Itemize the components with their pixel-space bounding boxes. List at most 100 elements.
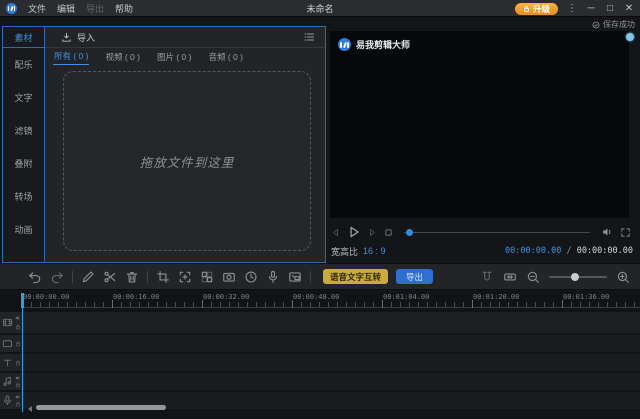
music-track: [0, 373, 640, 390]
close-button[interactable]: ✕: [624, 0, 634, 17]
volume-icon[interactable]: [15, 315, 21, 321]
text-track-lane[interactable]: [23, 354, 640, 371]
video-track: [0, 312, 640, 333]
timeline-zoom-handle[interactable]: [571, 273, 579, 281]
volume-icon[interactable]: [601, 226, 613, 238]
lock-icon[interactable]: [15, 360, 21, 366]
ruler-label: 00:00:48.00: [293, 293, 339, 301]
upgrade-button[interactable]: 升级: [515, 3, 558, 15]
minimize-button[interactable]: ─: [586, 0, 596, 17]
playhead-handle[interactable]: [21, 293, 24, 308]
menu-item[interactable]: 编辑: [57, 2, 75, 15]
sidebar-item-7[interactable]: 动画: [3, 213, 44, 246]
media-tab[interactable]: 图片 ( 0 ): [156, 49, 192, 65]
aspect-ratio-label: 宽高比: [331, 245, 358, 258]
sidebar-item-2[interactable]: 配乐: [3, 48, 44, 81]
undo-icon[interactable]: [28, 270, 42, 284]
timeline: 00:00:00.0000:00:16.0000:00:32.0000:00:4…: [0, 291, 640, 419]
timecode-total: 00:00:00.00: [577, 246, 633, 256]
toolbar-divider: [147, 271, 148, 283]
more-menu-icon[interactable]: ⋮: [567, 0, 577, 17]
next-frame-icon[interactable]: [368, 228, 377, 237]
pip-track-lane[interactable]: [23, 335, 640, 352]
text-track-controls: [15, 354, 21, 371]
aspect-ratio-value[interactable]: 16 : 9: [363, 246, 386, 256]
video-track-lane[interactable]: [23, 312, 640, 333]
timeline-zoom-slider[interactable]: [549, 276, 607, 278]
sidebar-item-5[interactable]: 叠附: [3, 147, 44, 180]
lock-icon[interactable]: [15, 324, 21, 330]
view-list-icon[interactable]: [303, 31, 315, 43]
app-window: 文件编辑导出帮助 未命名 升级 ⋮ ─ □ ✕ 保存成功 素材配乐文字滤镜叠附转…: [0, 0, 640, 419]
lock-icon[interactable]: [15, 341, 21, 347]
magnet-icon[interactable]: [480, 270, 494, 284]
lock-icon[interactable]: [15, 382, 21, 388]
video-track-controls: [15, 312, 21, 333]
sidebar-item-1[interactable]: 素材: [3, 27, 44, 48]
pip-track-header: [0, 335, 22, 352]
timecode: 00:00:00.00 / 00:00:00.00: [505, 246, 633, 256]
preview-info-row: 宽高比 16 : 9 00:00:00.00 / 00:00:00.00: [331, 244, 633, 258]
play-button[interactable]: [347, 225, 361, 239]
voiceover-track-header: [0, 392, 22, 409]
volume-icon[interactable]: [15, 394, 21, 400]
ruler-major-tick: [112, 300, 113, 308]
media-tab[interactable]: 视频 ( 0 ): [104, 49, 140, 65]
scroll-left-icon[interactable]: [28, 406, 32, 412]
duration-clock-icon[interactable]: [244, 270, 258, 284]
toolbar-divider: [310, 271, 311, 283]
pip-track-controls: [15, 335, 21, 352]
zoom-out-icon[interactable]: [526, 270, 540, 284]
watermark: 易我剪辑大师: [338, 38, 410, 51]
maximize-button[interactable]: □: [605, 0, 615, 17]
export-button[interactable]: 导出: [396, 269, 433, 284]
seek-handle[interactable]: [406, 229, 413, 236]
ruler-label: 00:00:00.00: [23, 293, 69, 301]
redo-icon[interactable]: [50, 270, 64, 284]
zoom-selection-icon[interactable]: [178, 270, 192, 284]
preview-screen: 易我剪辑大师: [330, 31, 629, 218]
playhead-line: [22, 293, 23, 412]
menu-item[interactable]: 文件: [28, 2, 46, 15]
mosaic-icon[interactable]: [200, 270, 214, 284]
volume-icon[interactable]: [15, 375, 21, 381]
sidebar-item-3[interactable]: 文字: [3, 81, 44, 114]
horizontal-scrollbar[interactable]: [36, 405, 166, 410]
menu-item[interactable]: 帮助: [115, 2, 133, 15]
seek-slider[interactable]: [404, 232, 590, 233]
media-tab[interactable]: 音频 ( 0 ): [207, 49, 243, 65]
music-track-lane[interactable]: [23, 373, 640, 390]
edit-pencil-icon[interactable]: [81, 270, 95, 284]
import-icon: [61, 32, 72, 43]
stop-button[interactable]: [384, 228, 393, 237]
ruler-label: 00:01:36.00: [563, 293, 609, 301]
delete-trash-icon[interactable]: [125, 270, 139, 284]
sidebar-item-4[interactable]: 滤镜: [3, 114, 44, 147]
timeline-ruler[interactable]: 00:00:00.0000:00:16.0000:00:32.0000:00:4…: [0, 291, 640, 309]
pip-icon: [2, 338, 13, 349]
fit-timeline-icon[interactable]: [503, 270, 517, 284]
pip-icon[interactable]: [288, 270, 302, 284]
previous-frame-icon[interactable]: [331, 228, 340, 237]
toolbar-divider: [72, 271, 73, 283]
speech-text-convert-button[interactable]: 语音文字互转: [323, 269, 388, 284]
media-tab[interactable]: 所有 ( 0 ): [53, 48, 89, 65]
sidebar-item-6[interactable]: 转场: [3, 180, 44, 213]
lock-icon[interactable]: [15, 401, 21, 407]
file-dropzone[interactable]: 拖放文件到这里: [63, 71, 311, 251]
import-button[interactable]: 导入: [77, 31, 95, 44]
mic-icon: [2, 395, 13, 406]
menu-item[interactable]: 导出: [86, 2, 104, 15]
snapshot-camera-icon[interactable]: [222, 270, 236, 284]
voiceover-mic-icon[interactable]: [266, 270, 280, 284]
zoom-in-icon[interactable]: [616, 270, 630, 284]
watermark-logo-icon: [338, 38, 351, 51]
split-scissors-icon[interactable]: [103, 270, 117, 284]
panel-resize-handle[interactable]: [626, 33, 634, 41]
ruler-major-tick: [472, 300, 473, 308]
timecode-current: 00:00:00.00: [505, 246, 561, 256]
fullscreen-icon[interactable]: [620, 227, 631, 238]
ruler-major-tick: [562, 300, 563, 308]
crop-icon[interactable]: [156, 270, 170, 284]
ruler-label: 00:01:04.00: [383, 293, 429, 301]
